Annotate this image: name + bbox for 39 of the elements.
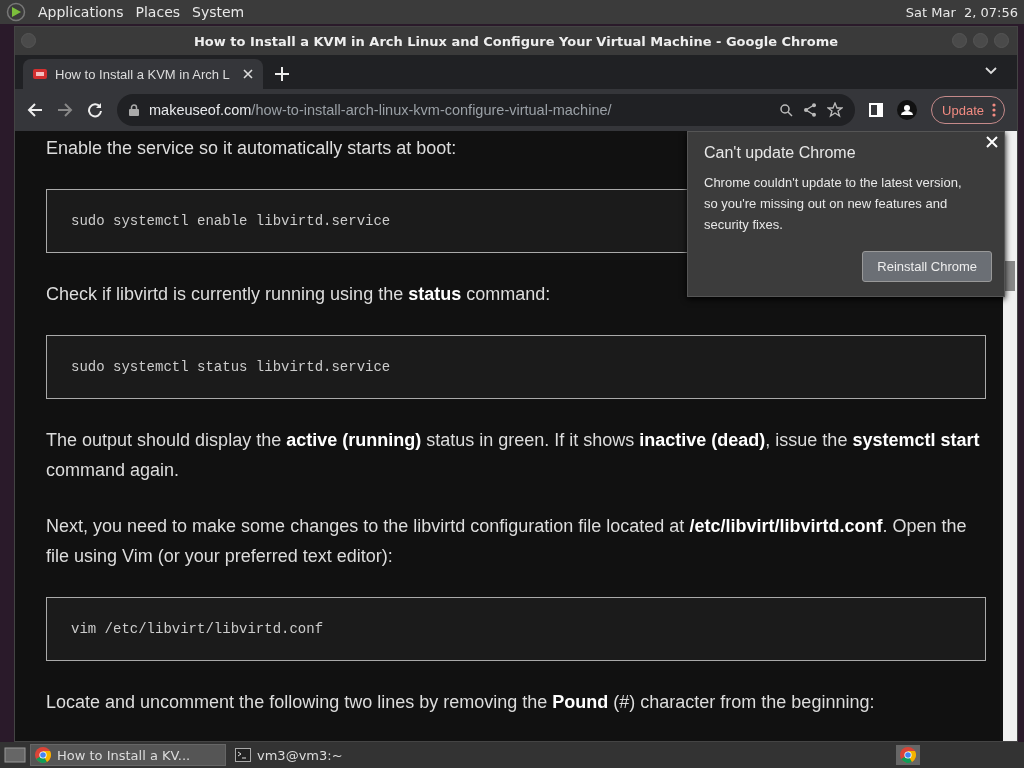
menu-logo-icon[interactable] [6, 2, 26, 22]
show-desktop-icon[interactable] [4, 746, 26, 764]
share-icon[interactable] [803, 103, 818, 117]
browser-tab[interactable]: How to Install a KVM in Arch L [23, 59, 263, 89]
chrome-icon [35, 747, 51, 763]
code-block: sudo systemctl status libvirtd.service [46, 335, 986, 399]
reinstall-button[interactable]: Reinstall Chrome [862, 251, 992, 282]
lock-icon [129, 104, 139, 116]
taskbar-item[interactable]: How to Install a KV... [30, 744, 226, 766]
article-paragraph: Enable the service so it automatically starts at boot: [46, 137, 457, 160]
side-panel-icon[interactable] [869, 103, 884, 117]
address-bar[interactable]: makeuseof.com/how-to-install-arch-linux-kvm-configure-virtual-machine/ [117, 94, 856, 126]
url-text: makeuseof.com/how-to-install-arch-linux-kvm-configure-virtual-machine/ [149, 102, 612, 118]
article-paragraph: Next, you need to make some changes to the libvirtd configuration file located at /etc/libvirt/libvirtd.conf. Open the file using Vim (or your preferred text editor): [46, 515, 968, 568]
article-paragraph: Check if libvirtd is currently running using the status command: [46, 283, 551, 306]
popup-title: Can't update Chrome [704, 144, 857, 162]
back-icon[interactable] [27, 102, 43, 118]
window-title: How to Install a KVM in Arch Linux and Configure Your Virtual Machine - Google Chrome [193, 33, 839, 49]
search-icon[interactable] [780, 103, 794, 117]
panel-menu[interactable]: Applications [38, 4, 124, 20]
terminal-icon [235, 748, 251, 762]
clock[interactable]: Sat Mar 2, 07:56 [905, 4, 1018, 20]
star-icon[interactable] [827, 102, 844, 118]
close-icon[interactable] [243, 69, 253, 79]
panel-menu[interactable]: System [192, 4, 245, 20]
forward-icon[interactable] [57, 102, 73, 118]
more-icon [992, 103, 996, 117]
reload-icon[interactable] [87, 102, 103, 118]
panel-menu[interactable]: Places [135, 4, 181, 20]
article-paragraph: Locate and uncomment the following two lines by removing the Pound (#) character from the beginning: [46, 691, 875, 714]
article-paragraph: The output should display the active (running) status in green. If it shows inactive (dead), issue the systemctl start command again. [46, 429, 981, 482]
tab-list-icon[interactable] [985, 67, 997, 75]
new-tab-icon[interactable] [275, 67, 289, 81]
chrome-icon [900, 747, 916, 763]
taskbar-item[interactable]: vm3@vm3:~ [230, 744, 426, 766]
tray-app[interactable] [896, 745, 920, 765]
code-block: vim /etc/libvirt/libvirtd.conf [46, 597, 986, 661]
profile-icon[interactable] [897, 100, 918, 120]
site-favicon-icon [33, 69, 47, 79]
